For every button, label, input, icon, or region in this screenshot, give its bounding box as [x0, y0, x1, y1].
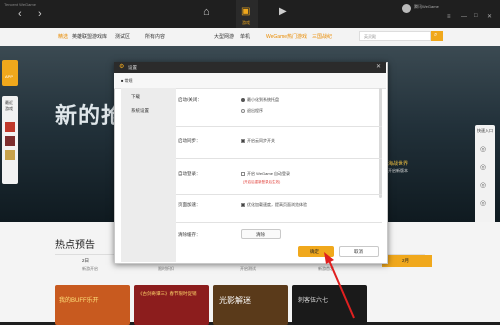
app-shortcut-label: APP	[5, 74, 14, 79]
promo-card-2-title: 《古剑奇谭三》春节限时促销	[138, 291, 197, 296]
promo-card-1[interactable]: 我的BUFF乐开	[55, 285, 130, 325]
accel-option-label: 优化加载速度，提高页面浏览体验	[247, 202, 307, 207]
forward-icon[interactable]: ›	[38, 8, 42, 20]
cache-label: 清除缓存：	[178, 232, 201, 237]
close-option-minimize[interactable]: 最小化到系统托盘	[241, 97, 279, 103]
back-icon[interactable]: ‹	[18, 8, 22, 20]
games-label: 游戏	[5, 106, 13, 111]
title-bar: Tencent WeGame ‹ › ⌂ ▣ 游戏 ▶ 腾讯WeGame ≡ —…	[0, 0, 500, 28]
sub-1: 新游开启	[82, 266, 98, 271]
nav-library[interactable]: 游戏库	[92, 33, 107, 40]
store-icon: ▣	[241, 6, 251, 17]
sync-label: 启动同步：	[178, 138, 201, 143]
nav-sanguo[interactable]: 三国战纪	[312, 33, 332, 40]
search-input[interactable]: 英灵殿	[359, 31, 431, 41]
search-placeholder: 英灵殿	[364, 34, 376, 39]
divider	[176, 222, 382, 223]
date-5: 2月	[402, 258, 410, 263]
nav-mmo[interactable]: 大型网游	[214, 33, 234, 40]
nav-hot[interactable]: WeGame热门游戏	[266, 33, 307, 40]
game-icon-3[interactable]	[5, 150, 15, 160]
nav-test[interactable]: 测试区	[115, 33, 130, 40]
app-title: Tencent WeGame	[4, 2, 36, 7]
dialog-sidebar: 下载 系统设置	[121, 88, 176, 262]
quick-icon-3[interactable]: ◎	[480, 181, 486, 189]
promo-card-1-title: 我的BUFF乐开	[59, 298, 99, 304]
nav-featured[interactable]: 精选	[58, 33, 68, 40]
tab-general[interactable]: ■ 常规	[121, 78, 133, 84]
tab-games[interactable]: ▣ 游戏	[236, 0, 258, 28]
video-icon[interactable]: ▶	[279, 6, 287, 17]
date-highlight[interactable]: 2月	[382, 255, 432, 267]
dialog-tabbar: ■ 常规	[114, 73, 386, 89]
annotation-arrow	[324, 252, 355, 319]
autologin-label: 自动登录：	[178, 171, 201, 176]
sub-2: 限时折扣	[158, 266, 174, 271]
autologin-option-label: 开启 WeGame 自动登录	[247, 171, 291, 176]
ok-label: 确定	[310, 249, 319, 254]
sync-option[interactable]: 开启云同步开关	[241, 138, 275, 144]
right-quick-panel: 快速入口 ◎ ◎ ◎ ◎	[475, 125, 495, 230]
nav-single[interactable]: 单机	[240, 33, 250, 40]
promo-card-3[interactable]: 光影解迷	[213, 285, 288, 325]
game-icon-1[interactable]	[5, 122, 15, 132]
user-name: 腾讯WeGame	[414, 4, 439, 9]
close-option-exit-label: 退出程序	[247, 108, 263, 113]
close-option-minimize-label: 最小化到系统托盘	[247, 97, 279, 102]
sidebar-system[interactable]: 系统设置	[131, 108, 149, 114]
accel-checkbox[interactable]	[241, 202, 245, 207]
left-quick-panel: 最近 游戏	[2, 96, 18, 184]
divider	[176, 126, 382, 127]
radio-minimize[interactable]	[241, 97, 245, 102]
clear-cache-button[interactable]: 清除	[241, 229, 281, 239]
settings-gear-icon: ⚙	[119, 64, 125, 70]
autologin-option[interactable]: 开启 WeGame 自动登录	[241, 171, 290, 177]
nav-all[interactable]: 所有内容	[145, 33, 165, 40]
tab-games-label: 游戏	[242, 20, 250, 25]
close-label: 启动/关闭：	[178, 97, 202, 102]
home-icon[interactable]: ⌂	[203, 6, 210, 18]
quick-icon-4[interactable]: ◎	[480, 199, 486, 207]
quick-icon-2[interactable]: ◎	[480, 163, 486, 171]
clear-cache-label: 清除	[256, 232, 265, 237]
quick-icon-1[interactable]: ◎	[480, 145, 486, 153]
dialog-scrollbar[interactable]	[379, 88, 382, 198]
hero-banner-text: 海战世界	[388, 161, 409, 167]
avatar[interactable]	[402, 4, 411, 13]
sync-checkbox[interactable]	[241, 138, 245, 143]
divider	[176, 158, 382, 159]
accel-label: 页面加速：	[178, 202, 201, 207]
app-shortcut[interactable]: APP	[2, 60, 18, 86]
tab-general-label: 常规	[124, 78, 133, 83]
dialog-title: 设置	[128, 65, 137, 70]
close-option-exit[interactable]: 退出程序	[241, 108, 263, 114]
search-button[interactable]: ⌕	[431, 31, 443, 41]
divider	[176, 194, 382, 195]
minimize-icon[interactable]: —	[461, 14, 467, 20]
close-icon[interactable]: ✕	[487, 13, 492, 20]
maximize-icon[interactable]: □	[474, 13, 478, 19]
sync-option-label: 开启云同步开关	[247, 138, 275, 143]
accel-option[interactable]: 优化加载速度，提高页面浏览体验	[241, 202, 307, 208]
dialog-titlebar: ⚙ 设置 ✕	[114, 62, 386, 73]
nav-lol[interactable]: 英雄联盟	[72, 33, 92, 40]
autologin-note: (开启后重新登录后生效)	[243, 180, 281, 184]
hero-banner-sub: 开启新版本	[388, 168, 408, 173]
quick-entry-label: 快速入口	[477, 128, 493, 133]
search-icon: ⌕	[434, 32, 438, 38]
dialog-close-icon[interactable]: ✕	[376, 63, 381, 70]
promo-card-3-title: 光影解迷	[219, 296, 251, 305]
promo-card-2[interactable]: 《古剑奇谭三》春节限时促销	[134, 285, 209, 325]
game-icon-2[interactable]	[5, 136, 15, 146]
menu-icon[interactable]: ≡	[447, 14, 451, 20]
radio-exit[interactable]	[241, 108, 245, 113]
section-title: 热点预告	[55, 240, 95, 251]
autologin-checkbox[interactable]	[241, 171, 245, 176]
date-1: 2日	[82, 258, 90, 263]
sidebar-download[interactable]: 下载	[131, 94, 140, 100]
sub-3: 开启测试	[240, 266, 256, 271]
